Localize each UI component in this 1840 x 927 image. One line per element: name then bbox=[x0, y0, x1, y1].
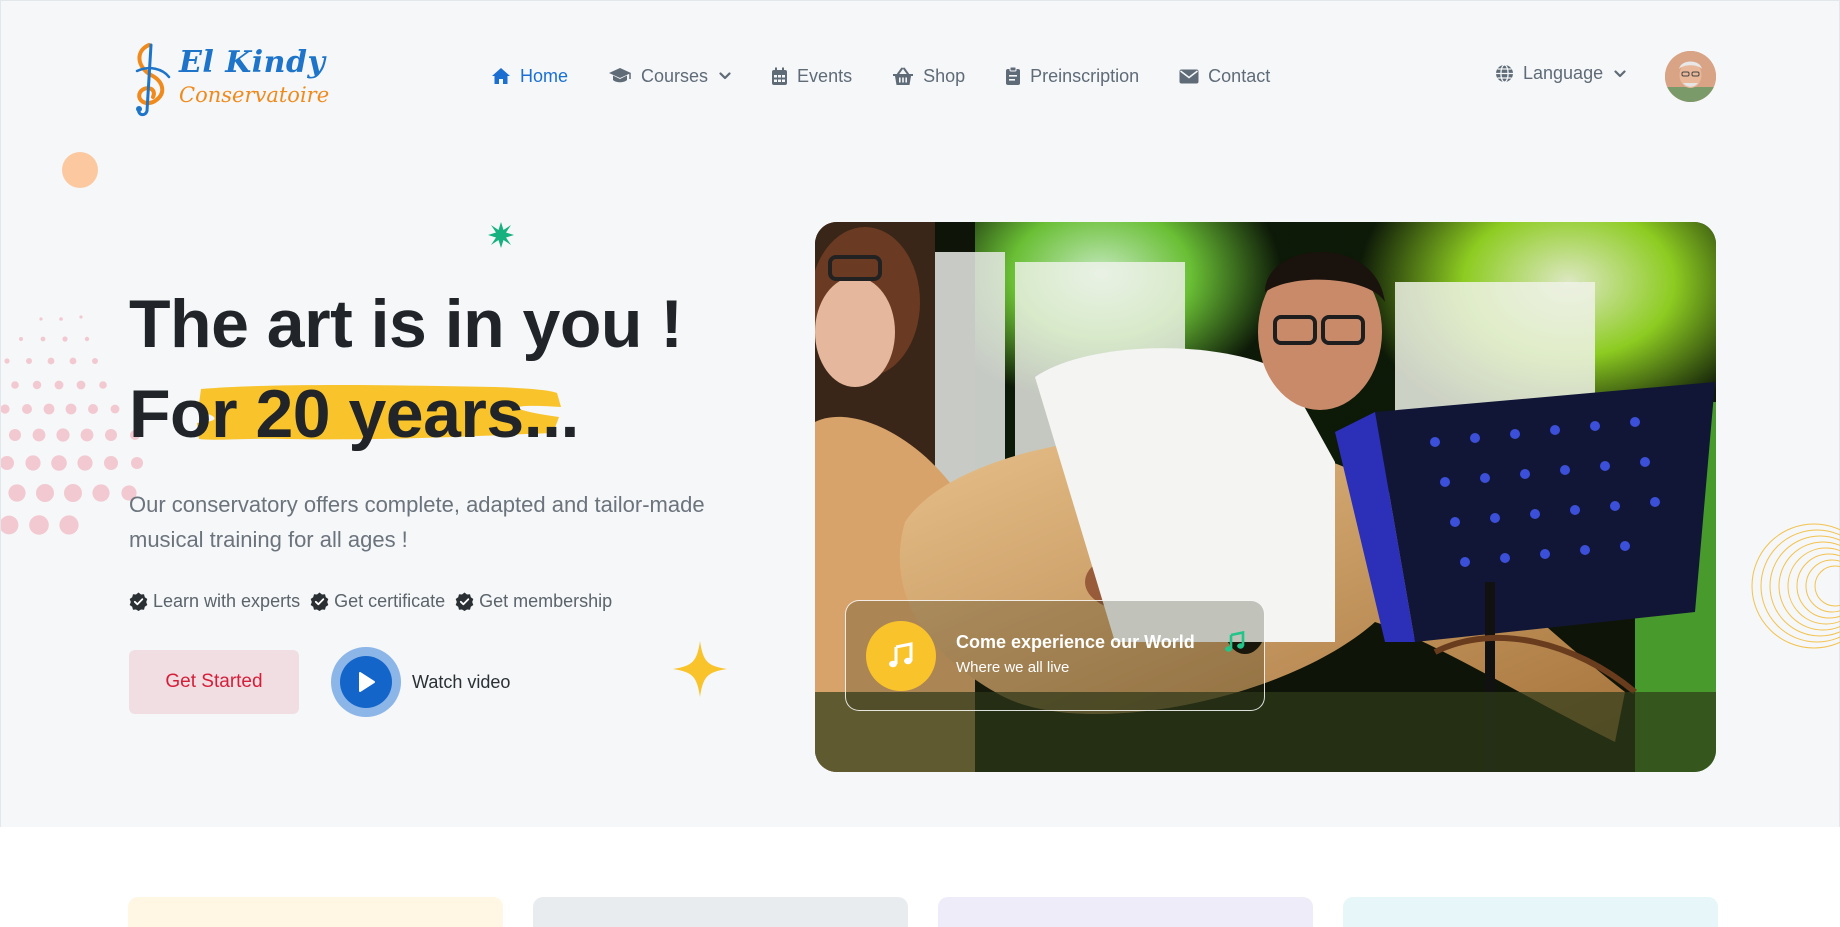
home-icon bbox=[492, 68, 510, 84]
chevron-down-icon bbox=[719, 72, 731, 80]
nav-label-shop: Shop bbox=[923, 65, 966, 86]
nav-item-shop[interactable]: Shop bbox=[892, 66, 965, 87]
experience-card-subtitle: Where we all live bbox=[956, 659, 1070, 676]
clipboard-icon bbox=[1006, 66, 1021, 85]
user-avatar[interactable] bbox=[1665, 51, 1716, 102]
music-badge bbox=[866, 621, 936, 691]
decorative-circle bbox=[62, 152, 98, 188]
play-button[interactable] bbox=[331, 647, 401, 717]
watch-video-button[interactable]: Watch video bbox=[331, 647, 510, 717]
hero-title-highlight: 20 years... bbox=[255, 376, 579, 452]
play-button-core bbox=[340, 656, 392, 708]
feature-item: Get membership bbox=[455, 591, 612, 612]
hero-description: Our conservatory offers complete, adapte… bbox=[129, 492, 705, 552]
graduation-cap-icon bbox=[609, 68, 632, 83]
brand-name-line2: Conservatoire bbox=[179, 83, 330, 107]
nav-item-events[interactable]: Events bbox=[771, 66, 852, 87]
calendar-icon bbox=[772, 67, 788, 85]
get-started-button[interactable]: Get Started bbox=[129, 650, 299, 714]
feature-list: Learn with experts Get certificate Get m… bbox=[129, 591, 612, 612]
hero-photo: Come experience our World Where we all l… bbox=[815, 222, 1716, 772]
main-nav: Home Courses Events Shop Preinscription … bbox=[491, 61, 1310, 91]
nav-label-courses: Courses bbox=[641, 65, 709, 86]
feature-label: Learn with experts bbox=[153, 591, 301, 611]
chevron-down-icon bbox=[1614, 69, 1626, 77]
user-avatar-icon bbox=[1665, 51, 1716, 102]
watch-video-label: Watch video bbox=[412, 671, 511, 692]
decorative-rings-icon bbox=[1751, 523, 1840, 649]
check-badge-icon bbox=[310, 592, 329, 611]
language-label: Language bbox=[1523, 63, 1604, 83]
nav-item-preinscription[interactable]: Preinscription bbox=[1005, 66, 1139, 87]
nav-label-home: Home bbox=[520, 65, 569, 86]
decorative-star-icon bbox=[673, 641, 727, 697]
brand-logo[interactable]: El Kindy Conservatoire bbox=[129, 41, 329, 117]
nav-label-preinscription: Preinscription bbox=[1030, 65, 1140, 86]
hero-title-prefix: For bbox=[129, 376, 256, 452]
hero-section: El Kindy Conservatoire Home Courses Even… bbox=[0, 0, 1840, 827]
music-note-icon bbox=[1225, 631, 1245, 652]
globe-icon bbox=[1496, 64, 1513, 83]
feature-card[interactable] bbox=[1343, 897, 1718, 927]
feature-label: Get membership bbox=[479, 591, 613, 611]
feature-item: Learn with experts bbox=[129, 591, 300, 612]
language-dropdown[interactable]: Language bbox=[1495, 63, 1626, 84]
decorative-burst-icon bbox=[488, 222, 514, 248]
basket-icon bbox=[893, 67, 914, 85]
music-note-icon bbox=[889, 642, 913, 668]
feature-card[interactable] bbox=[938, 897, 1313, 927]
experience-card[interactable]: Come experience our World Where we all l… bbox=[845, 600, 1265, 711]
feature-label: Get certificate bbox=[334, 591, 446, 611]
nav-item-contact[interactable]: Contact bbox=[1179, 66, 1270, 87]
feature-item: Get certificate bbox=[310, 591, 445, 612]
nav-item-courses[interactable]: Courses bbox=[608, 66, 731, 87]
hero-title-line1: The art is in you ! bbox=[129, 286, 683, 362]
experience-card-title: Come experience our World bbox=[956, 632, 1195, 652]
play-icon bbox=[359, 672, 375, 692]
nav-item-home[interactable]: Home bbox=[491, 66, 568, 87]
feature-cards-row bbox=[128, 897, 1718, 927]
hero-title: The art is in you ! For 20 years... bbox=[129, 279, 683, 459]
envelope-icon bbox=[1179, 69, 1199, 83]
hero-title-line2: For 20 years... bbox=[129, 369, 682, 459]
feature-card[interactable] bbox=[128, 897, 503, 927]
feature-card[interactable] bbox=[533, 897, 908, 927]
check-badge-icon bbox=[455, 592, 474, 611]
nav-label-events: Events bbox=[797, 65, 853, 86]
treble-clef-logo-icon bbox=[135, 43, 171, 117]
check-badge-icon bbox=[129, 592, 148, 611]
nav-label-contact: Contact bbox=[1208, 65, 1271, 86]
brand-name-line1: El Kindy bbox=[179, 45, 326, 80]
